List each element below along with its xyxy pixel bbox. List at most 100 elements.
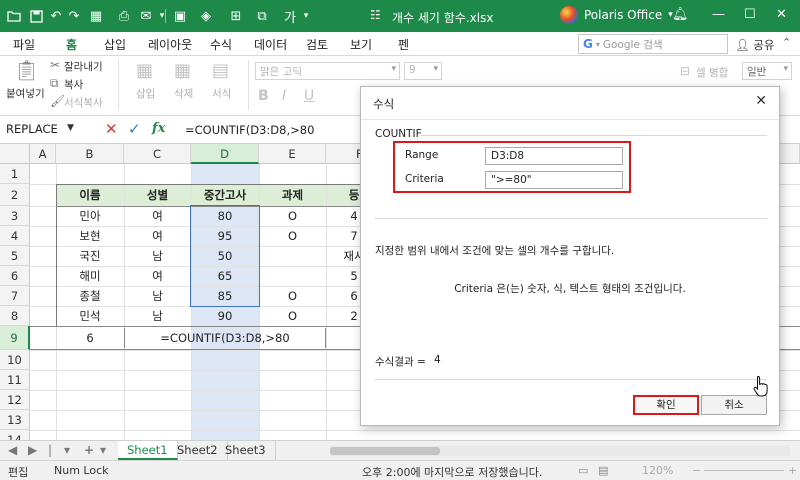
- criteria-input[interactable]: ">=80": [485, 171, 623, 189]
- close-icon[interactable]: ✕: [776, 7, 787, 22]
- minimize-icon[interactable]: —: [712, 7, 725, 22]
- number-format-select[interactable]: 일반 ▾: [742, 62, 792, 80]
- row-header-11[interactable]: 11: [0, 370, 30, 390]
- chevron-down-icon[interactable]: ▾: [296, 6, 316, 26]
- tab-insert[interactable]: 삽입: [104, 36, 126, 53]
- header-name[interactable]: 이름: [56, 185, 124, 205]
- column-header-b[interactable]: B: [56, 144, 124, 164]
- column-header-a[interactable]: A: [30, 144, 56, 164]
- sheet-tab-sheet3[interactable]: Sheet3: [216, 441, 276, 460]
- chevron-down-icon[interactable]: ▼: [67, 123, 74, 133]
- print-icon[interactable]: ⎙: [114, 6, 134, 26]
- bold-icon[interactable]: B: [258, 88, 269, 104]
- tab-review[interactable]: 검토: [306, 36, 328, 53]
- range-input[interactable]: D3:D8: [485, 147, 623, 165]
- row-header-12[interactable]: 12: [0, 390, 30, 410]
- row-header-8[interactable]: 8: [0, 306, 30, 326]
- sheet-prev-icon[interactable]: ◀: [8, 443, 17, 457]
- cell[interactable]: 남: [124, 246, 191, 266]
- cell[interactable]: 남: [124, 306, 191, 326]
- cell[interactable]: O: [259, 206, 326, 226]
- cell[interactable]: 남: [124, 286, 191, 306]
- fill-color-icon[interactable]: ◈: [196, 6, 216, 26]
- column-header-d[interactable]: D: [191, 144, 259, 164]
- row-header-10[interactable]: 10: [0, 350, 30, 370]
- row-header-5[interactable]: 5: [0, 246, 30, 266]
- paste-icon[interactable]: 📋︎: [14, 58, 39, 82]
- row-header-1[interactable]: 1: [0, 164, 30, 184]
- maximize-icon[interactable]: ☐: [744, 7, 756, 22]
- header-midterm[interactable]: 중간고사: [191, 185, 259, 205]
- search-input[interactable]: Google 검색: [603, 37, 663, 52]
- name-box[interactable]: REPLACE: [6, 122, 58, 136]
- bell-icon[interactable]: 🔔︎: [672, 7, 689, 22]
- underline-icon[interactable]: U: [304, 88, 314, 104]
- cell[interactable]: 민석: [56, 306, 124, 326]
- header-gender[interactable]: 성별: [124, 185, 191, 205]
- header-assignment[interactable]: 과제: [259, 185, 326, 205]
- cancel-formula-icon[interactable]: ✕: [105, 120, 118, 138]
- font-name-select[interactable]: 맑은 고딕 ▾: [255, 62, 400, 80]
- format-copy-button[interactable]: 서식복사: [64, 95, 103, 110]
- tab-file[interactable]: 파일: [13, 36, 35, 53]
- collapse-ribbon-icon[interactable]: ⌃: [782, 36, 791, 49]
- row-header-9[interactable]: 9: [0, 326, 30, 350]
- sheet-next-icon[interactable]: ▶: [28, 443, 37, 457]
- view-normal-icon[interactable]: ▭: [578, 464, 588, 477]
- tab-home[interactable]: 홈: [59, 36, 84, 59]
- sheet-first-icon[interactable]: |: [48, 443, 52, 457]
- cell[interactable]: [259, 246, 326, 266]
- share-button[interactable]: 👤︎ 공유: [735, 37, 774, 53]
- close-icon[interactable]: ✕: [755, 93, 767, 109]
- copy-button[interactable]: 복사: [64, 77, 83, 92]
- column-header-c[interactable]: C: [124, 144, 191, 164]
- row-header-6[interactable]: 6: [0, 266, 30, 286]
- row-header-3[interactable]: 3: [0, 206, 30, 226]
- accept-formula-icon[interactable]: ✓: [128, 120, 141, 138]
- cell[interactable]: 종철: [56, 286, 124, 306]
- zoom-slider[interactable]: [704, 470, 784, 471]
- sheet-menu-icon[interactable]: ▾: [64, 443, 70, 457]
- select-all-corner[interactable]: [0, 144, 30, 164]
- zoom-out-icon[interactable]: −: [692, 464, 701, 477]
- cut-button[interactable]: 잘라내기: [64, 59, 103, 74]
- save-icon[interactable]: [26, 6, 46, 26]
- add-sheet-icon[interactable]: +: [84, 443, 94, 457]
- horizontal-scrollbar[interactable]: [330, 446, 790, 456]
- cell[interactable]: 보현: [56, 226, 124, 246]
- cancel-button[interactable]: 취소: [701, 395, 767, 415]
- cell[interactable]: 여: [124, 226, 191, 246]
- cell-b9[interactable]: 6: [56, 328, 124, 348]
- merge-button[interactable]: 셀 병합: [696, 65, 728, 80]
- column-header-e[interactable]: E: [259, 144, 326, 164]
- row-header-13[interactable]: 13: [0, 410, 30, 430]
- delete-button[interactable]: 삭제: [174, 86, 193, 101]
- cell[interactable]: O: [259, 306, 326, 326]
- cell[interactable]: 90: [191, 306, 259, 326]
- tab-view[interactable]: 보기: [350, 36, 372, 53]
- cell[interactable]: O: [259, 226, 326, 246]
- cell[interactable]: 민아: [56, 206, 124, 226]
- google-search[interactable]: G ▾ Google 검색: [578, 34, 728, 54]
- arrange-icon[interactable]: ⧉: [252, 6, 272, 26]
- cell-c9-editing[interactable]: =COUNTIF(D3:D8,>80: [124, 328, 326, 348]
- formula-input[interactable]: =COUNTIF(D3:D8,>80: [185, 123, 314, 137]
- sheet-list-icon[interactable]: ▾: [100, 443, 106, 457]
- tab-formula[interactable]: 수식: [210, 36, 232, 53]
- view-layout-icon[interactable]: ▤: [598, 464, 608, 477]
- row-header-2[interactable]: 2: [0, 184, 30, 206]
- table-icon[interactable]: ▦: [86, 6, 106, 26]
- function-wizard-icon[interactable]: fx: [152, 121, 165, 136]
- cell[interactable]: [259, 266, 326, 286]
- insert-button[interactable]: 삽입: [136, 86, 155, 101]
- paste-button[interactable]: 붙여넣기: [6, 86, 45, 101]
- row-header-14[interactable]: 14: [0, 430, 30, 440]
- zoom-level[interactable]: 120%: [642, 464, 673, 477]
- tab-data[interactable]: 데이터: [254, 36, 287, 53]
- cell[interactable]: 해미: [56, 266, 124, 286]
- zoom-in-icon[interactable]: +: [788, 464, 797, 477]
- font-size-select[interactable]: 9 ▾: [404, 62, 442, 80]
- folder-icon[interactable]: [4, 6, 24, 26]
- format-table-icon[interactable]: ▣: [170, 6, 190, 26]
- border-icon[interactable]: ⊞: [226, 6, 246, 26]
